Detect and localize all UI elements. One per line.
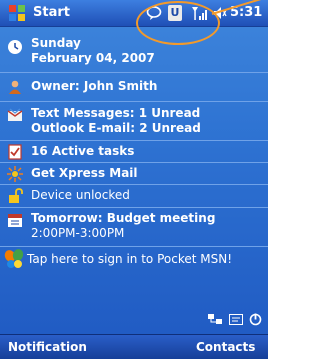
softkey-bar: Notification Contacts: [0, 334, 268, 359]
owner-text: Owner: John Smith: [31, 79, 158, 93]
power-icon[interactable]: [249, 312, 262, 326]
input-panel-icon[interactable]: [229, 312, 243, 326]
windows-flag-icon[interactable]: [8, 4, 26, 22]
xpress-mail-icon: [7, 166, 23, 182]
divider: [0, 207, 268, 208]
xpress-mail-text: Get Xpress Mail: [31, 166, 138, 180]
divider: [0, 140, 268, 141]
date-text: February 04, 2007: [31, 51, 155, 65]
inbox-icon: [7, 108, 23, 121]
start-menu-label[interactable]: Start: [33, 5, 70, 20]
device-lock-text: Device unlocked: [31, 188, 130, 202]
outlook-email-text: Outlook E-mail: 2 Unread: [31, 121, 201, 135]
tasks-text: 16 Active tasks: [31, 144, 135, 158]
tasks-icon: [8, 144, 22, 160]
msn-signin-text: Tap here to sign in to Pocket MSN!: [27, 252, 233, 266]
appointment-time: 2:00PM-3:00PM: [31, 226, 125, 240]
calendar-icon: [8, 214, 22, 227]
msn-butterfly-icon: [4, 249, 24, 268]
owner-icon: [9, 80, 21, 94]
appointment-title: Tomorrow: Budget meeting: [31, 211, 216, 225]
connectivity-icon[interactable]: [208, 312, 222, 326]
divider: [0, 162, 268, 163]
divider: [0, 246, 268, 247]
divider: [0, 72, 268, 73]
clock-icon: [8, 40, 22, 54]
today-screen: Start U 5:31 Sunday February 04, 2007 Ow…: [0, 0, 270, 359]
notification-softkey[interactable]: Notification: [8, 340, 87, 354]
divider: [0, 101, 268, 102]
highlight-ring: [136, 1, 220, 45]
divider: [0, 184, 268, 185]
contacts-softkey[interactable]: Contacts: [196, 340, 255, 354]
weekday-text: Sunday: [31, 36, 81, 50]
text-messages-text: Text Messages: 1 Unread: [31, 106, 201, 120]
unlock-icon: [9, 188, 23, 203]
title-bar: Start U 5:31: [0, 0, 268, 27]
